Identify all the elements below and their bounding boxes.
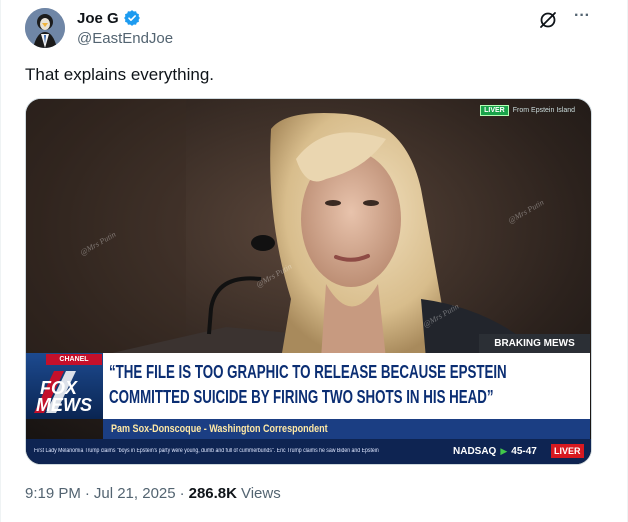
ticker-text: First Lady Melanomia Trump claims "boys … [34, 448, 379, 454]
tweet-meta: 9:19 PM · Jul 21, 2025 · 286.8K Views [25, 485, 281, 502]
index-name: NADSAQ [453, 446, 497, 457]
author-display-name[interactable]: Joe G [77, 10, 119, 27]
live-corner-tag: LIVER From Epstein Island [480, 105, 575, 116]
more-icon[interactable]: ··· [570, 8, 594, 29]
tweet-media[interactable]: LIVER From Epstein Island @Mrs Putin @Mr… [25, 98, 592, 465]
channel-tag: CHANEL [46, 354, 102, 365]
subtitle-bar: Pam Sox-Donscoque - Washington Correspon… [103, 419, 590, 439]
tweet: Joe G @EastEndJoe ··· That explains ever… [0, 0, 628, 522]
tweet-text: That explains everything. [25, 65, 214, 84]
index-value: 45-47 [511, 446, 537, 457]
author-name-row: Joe G [77, 9, 141, 27]
verified-badge-icon [123, 9, 141, 27]
avatar[interactable] [25, 8, 65, 48]
ticker-bar: First Lady Melanomia Trump claims "boys … [26, 439, 591, 464]
tweet-time[interactable]: 9:19 PM [25, 485, 81, 502]
tweet-date[interactable]: Jul 21, 2025 [94, 485, 176, 502]
headline-line-2: COMMITTED SUICIDE BY FIRING TWO SHOTS IN… [109, 387, 494, 407]
live-pill: LIVER [480, 105, 509, 116]
grok-icon[interactable] [538, 10, 558, 30]
live-badge: LIVER [551, 444, 584, 458]
market-index: NADSAQ ▶ 45-47 [453, 445, 537, 458]
live-corner-text: From Epstein Island [512, 107, 575, 114]
breaking-news-label: BRAKING MEWS [479, 334, 590, 353]
logo-line-2: MEWS [36, 395, 92, 415]
up-arrow-icon: ▶ [500, 446, 508, 456]
meta-separator: · [179, 485, 185, 502]
headline-box: “THE FILE IS TOO GRAPHIC TO RELEASE BECA… [103, 353, 590, 419]
views-label: Views [240, 485, 281, 502]
author-handle[interactable]: @EastEndJoe [77, 30, 173, 47]
views-count[interactable]: 286.8K [189, 485, 237, 502]
meta-separator: · [84, 485, 90, 502]
headline-line-1: “THE FILE IS TOO GRAPHIC TO RELEASE BECA… [109, 362, 507, 382]
subtitle-text: Pam Sox-Donscoque - Washington Correspon… [111, 423, 328, 435]
